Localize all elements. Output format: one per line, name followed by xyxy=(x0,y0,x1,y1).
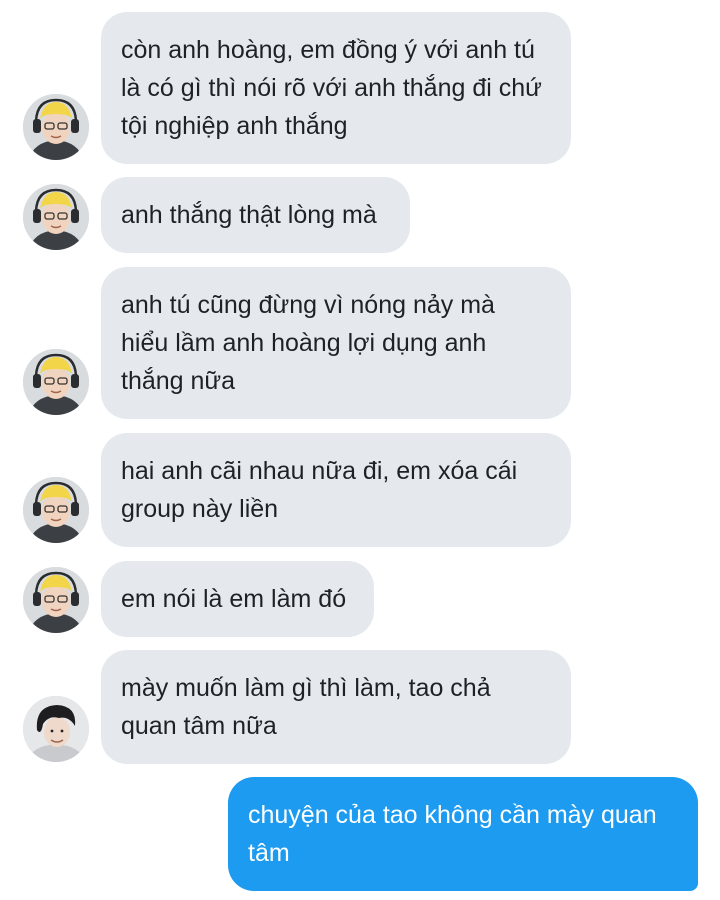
message-bubble[interactable]: còn anh hoàng, em đồng ý với anh tú là c… xyxy=(101,12,571,164)
dark-hair-avatar-icon xyxy=(23,696,89,762)
message-bubble[interactable]: anh thắng thật lòng mà xyxy=(101,177,410,253)
yellow-beanie-avatar-icon xyxy=(23,94,89,160)
sender-avatar[interactable] xyxy=(23,349,89,415)
message-bubble[interactable]: mày muốn làm gì thì làm, tao chả quan tâ… xyxy=(101,650,571,764)
outgoing-message-bubble[interactable]: chuyện của tao không cần mày quan tâm xyxy=(228,777,698,891)
sender-avatar[interactable] xyxy=(23,477,89,543)
message-bubble[interactable]: em nói là em làm đó xyxy=(101,561,374,637)
yellow-beanie-avatar-icon xyxy=(23,477,89,543)
yellow-beanie-avatar-icon xyxy=(23,184,89,250)
message-bubble[interactable]: anh tú cũng đừng vì nóng nảy mà hiểu lầm… xyxy=(101,267,571,419)
message-bubble[interactable]: hai anh cãi nhau nữa đi, em xóa cái grou… xyxy=(101,433,571,547)
sender-avatar[interactable] xyxy=(23,184,89,250)
yellow-beanie-avatar-icon xyxy=(23,349,89,415)
sender-avatar[interactable] xyxy=(23,567,89,633)
message-thread: còn anh hoàng, em đồng ý với anh tú là c… xyxy=(0,0,720,900)
yellow-beanie-avatar-icon xyxy=(23,567,89,633)
sender-avatar[interactable] xyxy=(23,94,89,160)
sender-avatar[interactable] xyxy=(23,696,89,762)
